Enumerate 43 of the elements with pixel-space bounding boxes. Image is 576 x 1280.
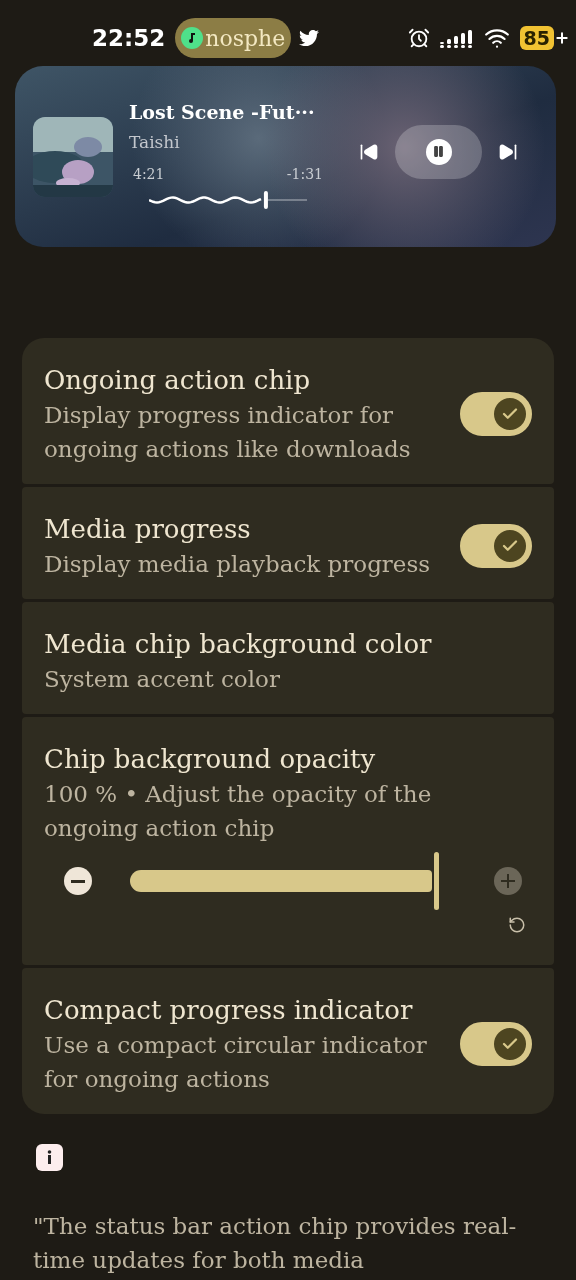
info-paragraph: "The status bar action chip provides real-time updates for both media [33, 1212, 518, 1275]
decrease-button[interactable] [64, 867, 92, 895]
toggle-switch[interactable] [460, 392, 532, 436]
increase-button[interactable] [494, 867, 522, 895]
pause-icon [425, 138, 452, 165]
toggle-switch[interactable] [460, 524, 532, 568]
slider-thumb[interactable] [434, 852, 439, 910]
setting-card[interactable]: Media progress Display media playback progress [22, 487, 554, 599]
setting-card[interactable]: Ongoing action chip Display progress indicator for ongoing actions like downloads [22, 338, 554, 484]
setting-description: System accent color [44, 665, 281, 694]
setting-description: 100 % • Adjust the opacity of the ongoing action chip [44, 780, 433, 843]
toggle-switch[interactable] [460, 1022, 532, 1066]
minus-icon [71, 879, 85, 883]
setting-card[interactable]: Media chip background color System accent color [22, 602, 554, 714]
artist-name: Taishi [129, 131, 181, 152]
setting-title: Ongoing action chip [44, 364, 312, 397]
setting-description: Display progress indicator for ongoing actions like downloads [44, 401, 412, 464]
remaining-time: -1:31 [286, 165, 323, 182]
battery-level: 85 [519, 26, 554, 50]
reset-icon [508, 916, 526, 934]
info-icon [36, 1144, 63, 1171]
setting-card[interactable]: Compact progress indicator Use a compact circular indicator for ongoing actions [22, 968, 554, 1114]
track-title: Lost Scene -Fut··· [129, 99, 315, 125]
setting-title: Media chip background color [44, 628, 433, 661]
chip-text: nosphe [205, 25, 286, 51]
seek-bar[interactable] [149, 189, 307, 210]
reset-button[interactable] [508, 916, 526, 934]
setting-description: Display media playback progress [44, 550, 432, 579]
alarm-icon [407, 27, 430, 49]
opacity-slider[interactable] [130, 851, 442, 911]
setting-title: Chip background opacity [44, 743, 377, 776]
play-pause-button[interactable] [395, 124, 482, 179]
music-app-icon [181, 27, 204, 49]
seek-thumb[interactable] [263, 190, 268, 209]
signal-icon [439, 28, 474, 48]
clock: 22:52 [92, 25, 166, 51]
setting-title: Media progress [44, 513, 252, 546]
bird-icon [299, 28, 320, 48]
setting-title: Compact progress indicator [44, 994, 414, 1027]
plus-icon [501, 874, 515, 888]
elapsed-time: 4:21 [133, 165, 165, 182]
setting-description: Use a compact circular indicator for ongoing actions [44, 1031, 428, 1094]
charging-icon [554, 30, 570, 46]
